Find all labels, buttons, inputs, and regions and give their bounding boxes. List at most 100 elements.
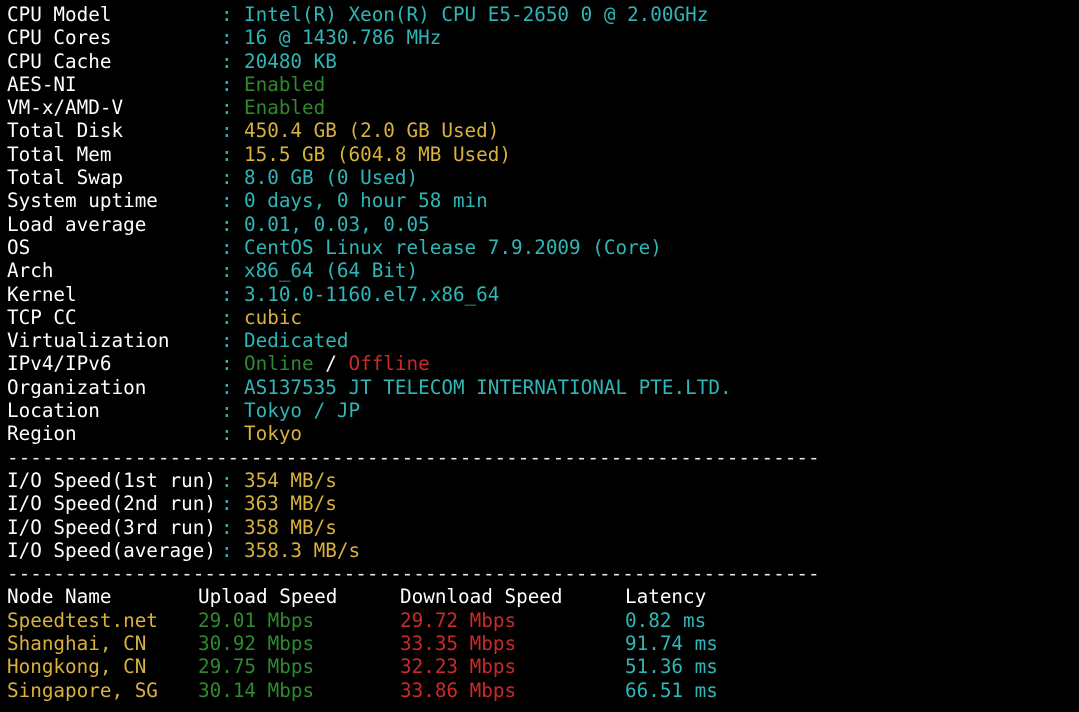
row-separator: : xyxy=(221,72,233,96)
row-separator: : xyxy=(221,352,233,376)
row-separator: : xyxy=(221,259,233,283)
row-value: 450.4 GB (2.0 GB Used) xyxy=(244,119,500,143)
row-value: Enabled xyxy=(244,72,326,96)
sysinfo-row: OS: CentOS Linux release 7.9.2009 (Core) xyxy=(7,236,1079,259)
geo-row: Organization: AS137535 JT TELECOM INTERNA… xyxy=(7,376,1079,399)
row-separator: : xyxy=(221,422,233,446)
row-separator: : xyxy=(221,329,233,353)
node-name: Singapore, SG xyxy=(7,678,158,702)
row-separator: : xyxy=(221,142,233,166)
node-name: Hongkong, CN xyxy=(7,655,147,679)
row-value: 358 MB/s xyxy=(244,515,337,539)
table-row: Shanghai, CN 30.92 Mbps 33.35 Mbps 91.74 ms xyxy=(7,632,1079,655)
row-label: I/O Speed(3rd run) xyxy=(7,515,216,539)
header-download-speed: Download Speed xyxy=(400,585,563,609)
row-label: AES-NI xyxy=(7,72,77,96)
sysinfo-row: Total Mem:15.5 GB (604.8 MB Used) xyxy=(7,143,1079,166)
node-name: Speedtest.net xyxy=(7,608,158,632)
row-label: OS xyxy=(7,235,31,259)
row-label: Region xyxy=(7,422,77,446)
row-value: Dedicated xyxy=(244,329,349,353)
row-label: System uptime xyxy=(7,189,158,213)
row-value: Tokyo / JP xyxy=(244,399,361,423)
row-value: 0 days, 0 hour 58 min xyxy=(244,189,488,213)
ipv6-status: Offline xyxy=(348,352,430,376)
row-label: Load average xyxy=(7,212,147,236)
section-divider: ----------------------------------------… xyxy=(7,445,820,469)
row-separator: : xyxy=(221,468,233,492)
row-label: Total Mem xyxy=(7,142,112,166)
row-value: Enabled xyxy=(244,96,326,120)
row-separator: : xyxy=(221,3,233,26)
row-label: Organization xyxy=(7,375,147,399)
row-separator: : xyxy=(221,119,233,143)
row-label: Total Swap xyxy=(7,166,124,190)
row-separator: : xyxy=(221,96,233,120)
node-name: Shanghai, CN xyxy=(7,632,147,656)
download-speed: 33.86 Mbps xyxy=(400,678,517,702)
row-label: Kernel xyxy=(7,282,77,306)
row-label: I/O Speed(2nd run) xyxy=(7,492,216,516)
row-separator: : xyxy=(221,282,233,306)
sysinfo-section: CPU Model: Intel(R) Xeon(R) CPU E5-2650 0… xyxy=(7,3,1079,446)
sysinfo-row: AES-NI: Enabled xyxy=(7,73,1079,96)
upload-speed: 29.75 Mbps xyxy=(198,655,315,679)
row-label: IPv4/IPv6 xyxy=(7,352,112,376)
latency: 66.51 ms xyxy=(625,678,718,702)
ip-status-row: IPv4/IPv6: Online / Offline xyxy=(7,352,1079,375)
sysinfo-row: CPU Model: Intel(R) Xeon(R) CPU E5-2650 0… xyxy=(7,3,1079,26)
download-speed: 29.72 Mbps xyxy=(400,608,517,632)
row-separator: : xyxy=(221,166,233,190)
io-row: I/O Speed(3rd run):358 MB/s xyxy=(7,516,1079,539)
speedtest-header: Node Name Upload Speed Download Speed Laten… xyxy=(7,585,1079,608)
table-row: Singapore, SG 30.14 Mbps 33.86 Mbps 66.51 m… xyxy=(7,679,1079,702)
ipv4-status: Online xyxy=(244,352,314,376)
row-value: cubic xyxy=(244,305,303,329)
geo-row: Region: Tokyo xyxy=(7,422,1079,445)
row-separator: : xyxy=(221,305,233,329)
latency: 0.82 ms xyxy=(625,608,707,632)
speedtest-table: Node Name Upload Speed Download Speed Laten… xyxy=(7,585,1079,701)
sysinfo-row: Total Disk:450.4 GB (2.0 GB Used) xyxy=(7,119,1079,142)
sysinfo-row: Virtualization: Dedicated xyxy=(7,329,1079,352)
row-value: CentOS Linux release 7.9.2009 (Core) xyxy=(244,235,662,259)
row-separator: : xyxy=(221,399,233,423)
row-separator: : xyxy=(221,26,233,50)
row-separator: : xyxy=(221,212,233,236)
row-value: 358.3 MB/s xyxy=(244,538,361,562)
io-section: I/O Speed(1st run):354 MB/s I/O Speed(2n… xyxy=(7,469,1079,562)
download-speed: 32.23 Mbps xyxy=(400,655,517,679)
row-separator: : xyxy=(221,189,233,213)
row-separator: : xyxy=(221,235,233,259)
upload-speed: 30.14 Mbps xyxy=(198,678,315,702)
io-row: I/O Speed(1st run):354 MB/s xyxy=(7,469,1079,492)
row-separator: : xyxy=(221,375,233,399)
latency: 51.36 ms xyxy=(625,655,718,679)
row-value: 15.5 GB (604.8 MB Used) xyxy=(244,142,511,166)
row-value: AS137535 JT TELECOM INTERNATIONAL PTE.LT… xyxy=(244,375,732,399)
row-label: I/O Speed(average) xyxy=(7,538,216,562)
row-value: Intel(R) Xeon(R) CPU E5-2650 0 @ 2.00GHz xyxy=(244,3,709,26)
sysinfo-row: System uptime:0 days, 0 hour 58 min xyxy=(7,189,1079,212)
download-speed: 33.35 Mbps xyxy=(400,632,517,656)
table-row: Hongkong, CN 29.75 Mbps 32.23 Mbps 51.36 ms xyxy=(7,655,1079,678)
row-label: VM-x/AMD-V xyxy=(7,96,124,120)
row-label: I/O Speed(1st run) xyxy=(7,468,216,492)
row-value: 363 MB/s xyxy=(244,492,337,516)
header-upload-speed: Upload Speed xyxy=(198,585,338,609)
terminal-window[interactable]: CPU Model: Intel(R) Xeon(R) CPU E5-2650 0… xyxy=(0,0,1079,712)
upload-speed: 30.92 Mbps xyxy=(198,632,315,656)
sysinfo-row: CPU Cache:20480 KB xyxy=(7,50,1079,73)
sysinfo-row: Kernel:3.10.0-1160.el7.x86_64 xyxy=(7,283,1079,306)
row-label: Location xyxy=(7,399,100,423)
sysinfo-row: TCP CC: cubic xyxy=(7,306,1079,329)
latency: 91.74 ms xyxy=(625,632,718,656)
row-separator: : xyxy=(221,515,233,539)
io-row: I/O Speed(2nd run):363 MB/s xyxy=(7,492,1079,515)
row-value: 354 MB/s xyxy=(244,468,337,492)
row-value: 3.10.0-1160.el7.x86_64 xyxy=(244,282,500,306)
row-label: TCP CC xyxy=(7,305,77,329)
row-separator: : xyxy=(221,538,233,562)
section-divider: ----------------------------------------… xyxy=(7,562,820,586)
row-label: Virtualization xyxy=(7,329,170,353)
